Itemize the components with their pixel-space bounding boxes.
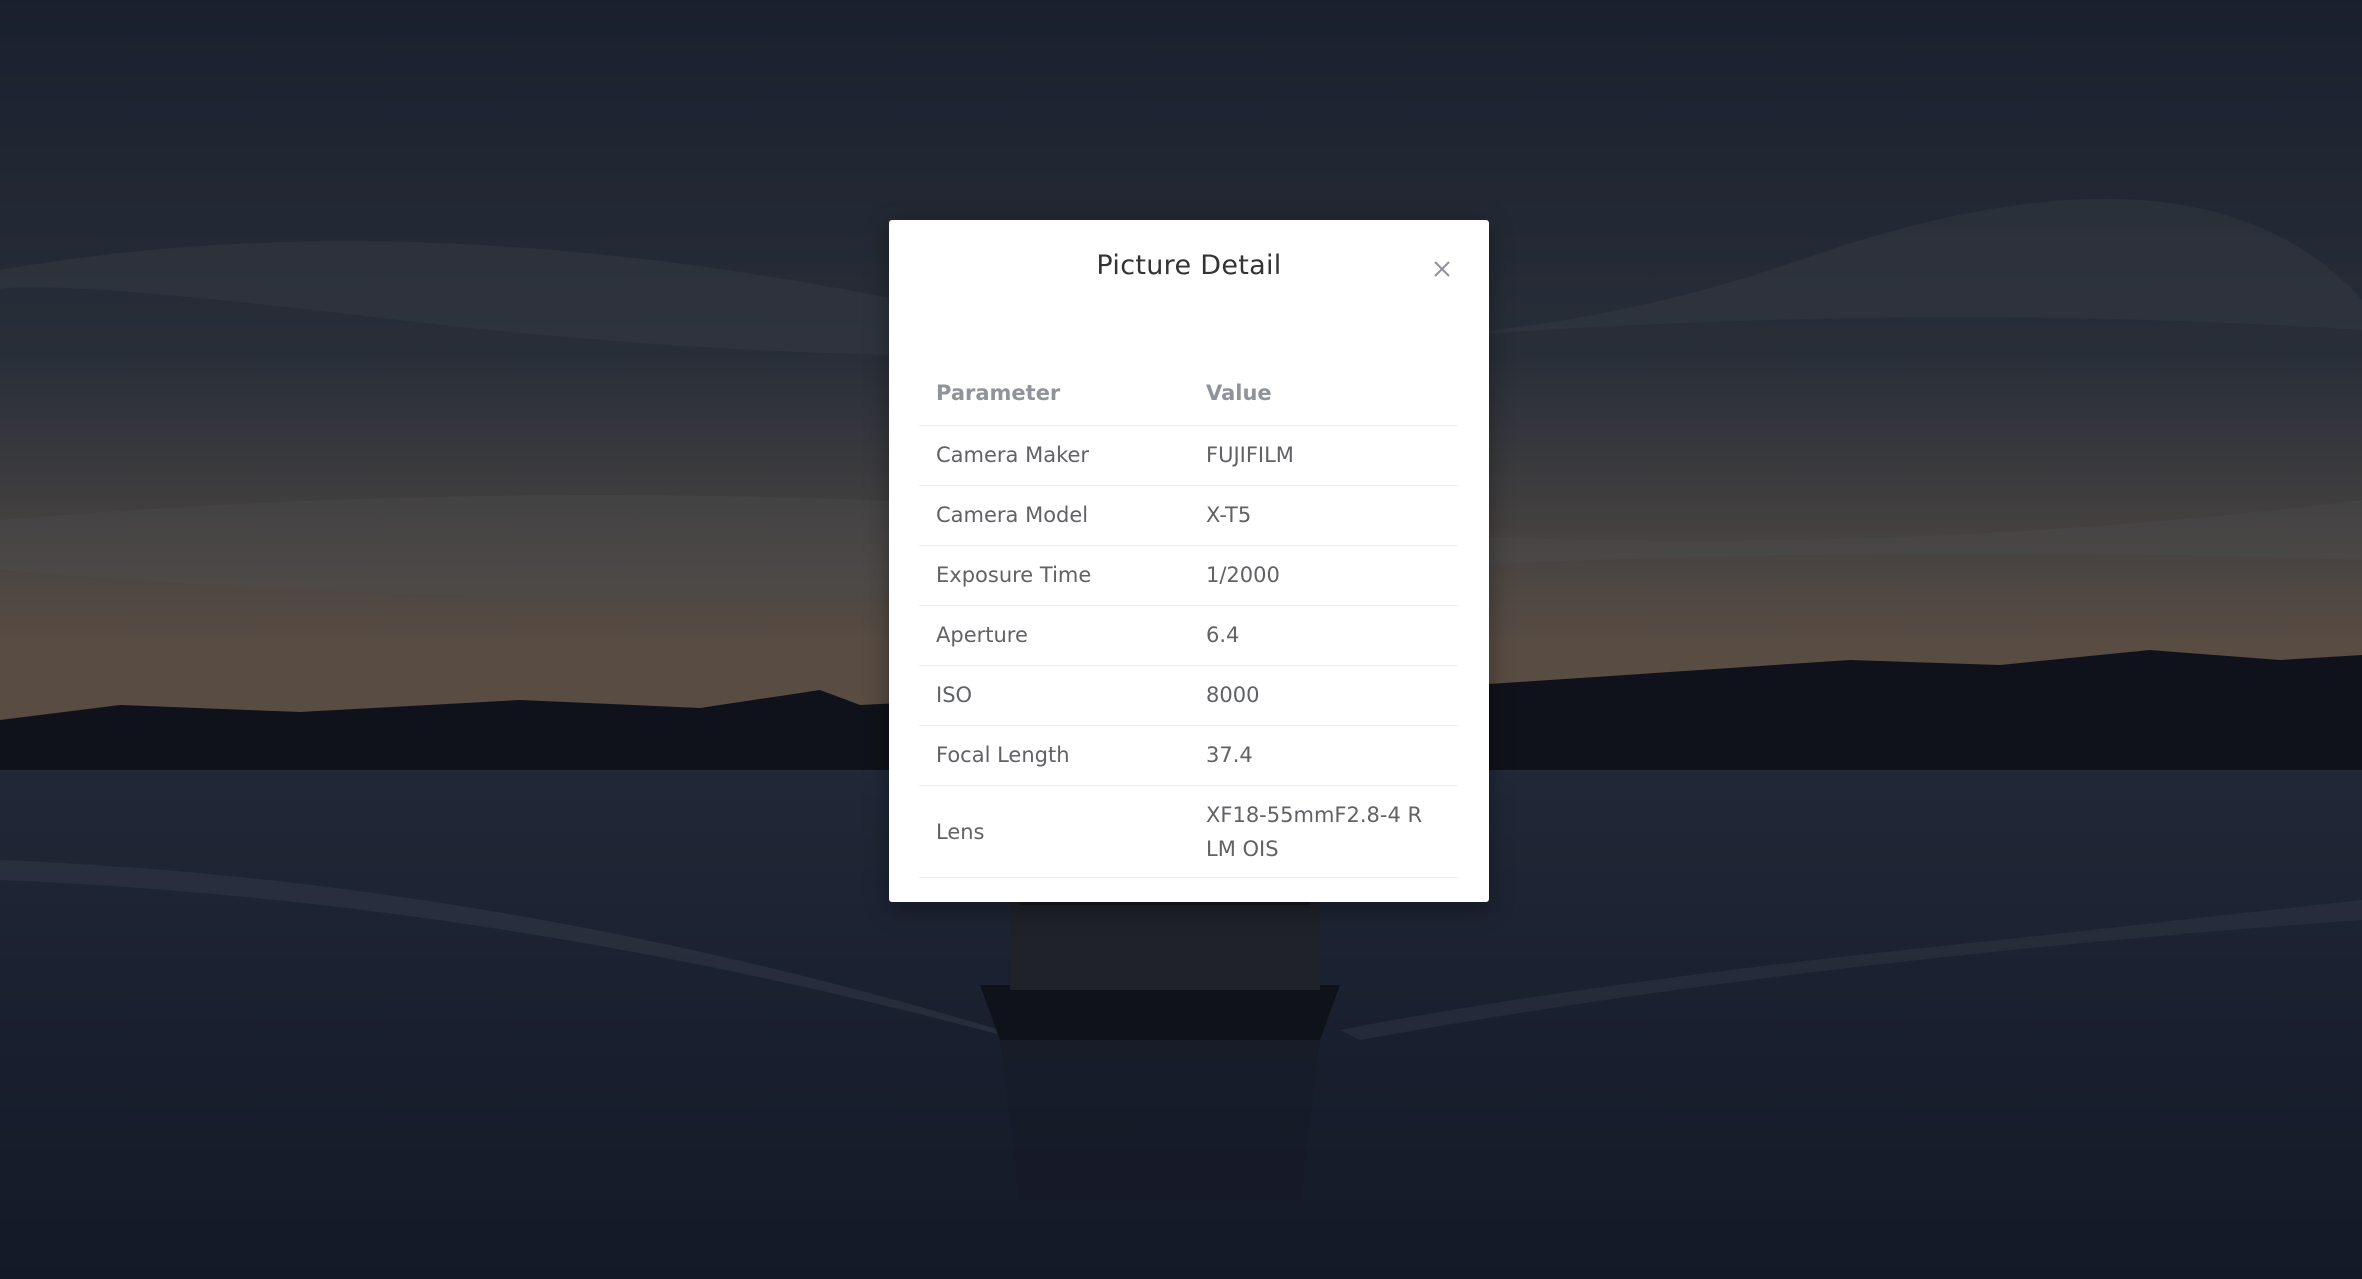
param-cell: Exposure Time bbox=[936, 563, 1092, 587]
value-cell: 37.4 bbox=[1206, 743, 1253, 767]
param-cell: ISO bbox=[936, 683, 973, 707]
param-cell: Focal Length bbox=[936, 743, 1070, 767]
picture-detail-dialog: Picture Detail Parameter Value Camera Ma… bbox=[889, 220, 1489, 902]
value-cell: 1/2000 bbox=[1206, 563, 1280, 587]
dialog-title: Picture Detail bbox=[1096, 250, 1282, 281]
table-row: Aperture 6.4 bbox=[919, 606, 1459, 666]
value-cell: X-T5 bbox=[1206, 503, 1252, 527]
value-cell: FUJIFILM bbox=[1206, 443, 1294, 467]
param-cell: Aperture bbox=[936, 623, 1028, 647]
close-button[interactable] bbox=[1427, 254, 1457, 284]
value-cell: 6.4 bbox=[1206, 623, 1240, 647]
table-row: Focal Length 37.4 bbox=[919, 726, 1459, 786]
param-cell: Lens bbox=[936, 820, 985, 844]
param-cell: Camera Maker bbox=[936, 443, 1090, 467]
param-cell: Camera Model bbox=[936, 503, 1089, 527]
header-parameter: Parameter bbox=[936, 381, 1061, 405]
table-row: Camera Model X-T5 bbox=[919, 486, 1459, 546]
table-row: Lens XF18-55mmF2.8-4 R LM OIS bbox=[919, 786, 1459, 878]
table-header: Parameter Value bbox=[919, 360, 1459, 426]
header-value: Value bbox=[1206, 381, 1272, 405]
value-cell: XF18-55mmF2.8-4 R LM OIS bbox=[1206, 803, 1423, 861]
table-row: Camera Maker FUJIFILM bbox=[919, 426, 1459, 486]
table-row: Exposure Time 1/2000 bbox=[919, 546, 1459, 606]
close-icon bbox=[1434, 261, 1450, 277]
table-row: ISO 8000 bbox=[919, 666, 1459, 726]
value-cell: 8000 bbox=[1206, 683, 1260, 707]
